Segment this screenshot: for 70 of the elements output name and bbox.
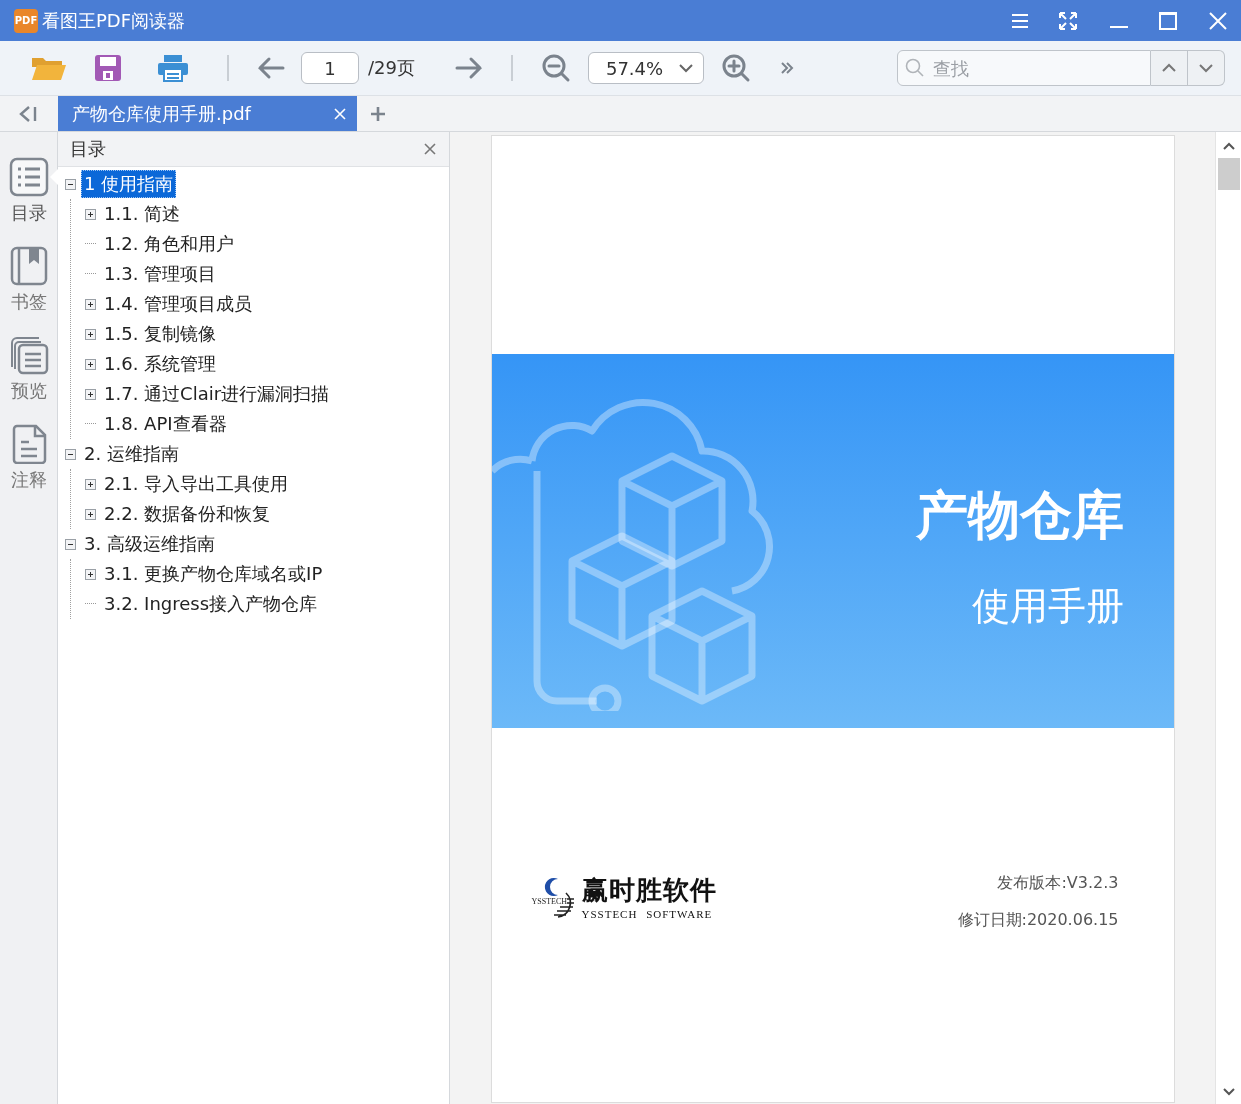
close-icon[interactable] bbox=[1207, 9, 1229, 32]
zoom-out-icon[interactable] bbox=[540, 53, 571, 83]
fullscreen-icon[interactable] bbox=[1057, 9, 1079, 32]
sidebar-tab[interactable]: 书签 bbox=[0, 246, 57, 314]
sidebar-tab[interactable]: 注释 bbox=[0, 424, 57, 492]
revision-date-text: 修订日期:2020.06.15 bbox=[957, 910, 1119, 931]
outline-item[interactable]: 1.1. 简述 bbox=[101, 200, 184, 228]
maximize-icon[interactable] bbox=[1157, 9, 1179, 32]
preview-icon bbox=[8, 335, 49, 375]
version-text: 发布版本:V3.2.3 bbox=[997, 873, 1119, 894]
contents-icon bbox=[8, 157, 49, 197]
outline-item[interactable]: 1.6. 系统管理 bbox=[101, 350, 220, 378]
previous-result-button[interactable] bbox=[1151, 50, 1188, 86]
expand-icon[interactable] bbox=[85, 478, 96, 490]
outline-item[interactable]: 2. 运维指南 bbox=[81, 440, 182, 468]
new-tab-icon[interactable] bbox=[370, 105, 386, 122]
outline-item[interactable]: 1.7. 通过Clair进行漏洞扫描 bbox=[101, 380, 333, 408]
outline-item[interactable]: 1.8. API查看器 bbox=[101, 410, 230, 438]
chevron-down-icon bbox=[1199, 63, 1213, 73]
double-chevron-icon[interactable] bbox=[779, 61, 794, 75]
scroll-down-icon[interactable] bbox=[1222, 1088, 1235, 1096]
expand-icon[interactable] bbox=[85, 328, 96, 340]
company-name: 赢时胜软件 bbox=[581, 874, 717, 907]
company-english-name: YSSTECH SOFTWARE bbox=[581, 908, 714, 920]
close-panel-icon[interactable] bbox=[423, 142, 437, 156]
save-icon[interactable] bbox=[94, 54, 122, 82]
collapse-icon[interactable] bbox=[65, 178, 76, 190]
search-field[interactable]: 查找 bbox=[897, 50, 1151, 86]
collapse-icon[interactable] bbox=[65, 448, 76, 460]
expand-icon[interactable] bbox=[85, 388, 96, 400]
close-tab-icon[interactable] bbox=[333, 106, 347, 121]
collapse-icon[interactable] bbox=[65, 538, 76, 550]
search-input[interactable]: 查找 bbox=[931, 56, 1145, 80]
search-icon bbox=[905, 58, 925, 78]
outline-item[interactable]: 3. 高级运维指南 bbox=[81, 530, 218, 558]
window-title: 看图王PDF阅读器 bbox=[42, 8, 186, 33]
chevron-down-icon bbox=[678, 63, 693, 73]
outline-item[interactable]: 1 使用指南 bbox=[81, 170, 177, 198]
page-number-field[interactable]: 1 bbox=[301, 52, 359, 84]
next-result-button[interactable] bbox=[1188, 50, 1225, 86]
expand-icon[interactable] bbox=[85, 298, 96, 310]
outline-item[interactable]: 2.1. 导入导出工具使用 bbox=[101, 470, 292, 498]
panel-title: 目录 bbox=[70, 137, 106, 161]
scroll-up-icon[interactable] bbox=[1222, 142, 1235, 150]
app-logo: PDF bbox=[14, 8, 38, 33]
outline-item[interactable]: 3.2. Ingress接入产物仓库 bbox=[101, 590, 321, 618]
outline-item[interactable]: 1.2. 角色和用户 bbox=[101, 230, 238, 258]
outline-item[interactable]: 1.4. 管理项目成员 bbox=[101, 290, 256, 318]
back-arrow-icon[interactable] bbox=[257, 56, 285, 80]
outline-item[interactable]: 3.1. 更换产物仓库域名或IP bbox=[101, 560, 326, 588]
bookmarks-icon bbox=[8, 246, 49, 286]
zoom-dropdown[interactable]: 57.4% bbox=[587, 52, 704, 84]
page-count: /29页 bbox=[368, 56, 415, 80]
chevron-up-icon bbox=[1162, 63, 1176, 73]
logo-mark-text: YSSTECH bbox=[531, 896, 568, 906]
outline-item[interactable]: 2.2. 数据备份和恢复 bbox=[101, 500, 274, 528]
scrollbar-thumb[interactable] bbox=[1217, 158, 1240, 190]
expand-icon[interactable] bbox=[85, 568, 96, 580]
expand-icon[interactable] bbox=[85, 358, 96, 370]
expand-icon[interactable] bbox=[85, 508, 96, 520]
print-icon[interactable] bbox=[157, 54, 189, 82]
document-tab[interactable]: 产物仓库使用手册.pdf bbox=[58, 96, 357, 131]
sidebar-tab[interactable]: 预览 bbox=[0, 335, 57, 403]
outline-item[interactable]: 1.3. 管理项目 bbox=[101, 260, 220, 288]
cover-title: 产物仓库 bbox=[915, 483, 1124, 547]
expand-icon[interactable] bbox=[85, 208, 96, 220]
forward-arrow-icon[interactable] bbox=[454, 56, 483, 80]
outline-item[interactable]: 1.5. 复制镜像 bbox=[101, 320, 220, 348]
cover-subtitle: 使用手册 bbox=[971, 582, 1124, 630]
zoom-in-icon[interactable] bbox=[720, 53, 751, 83]
